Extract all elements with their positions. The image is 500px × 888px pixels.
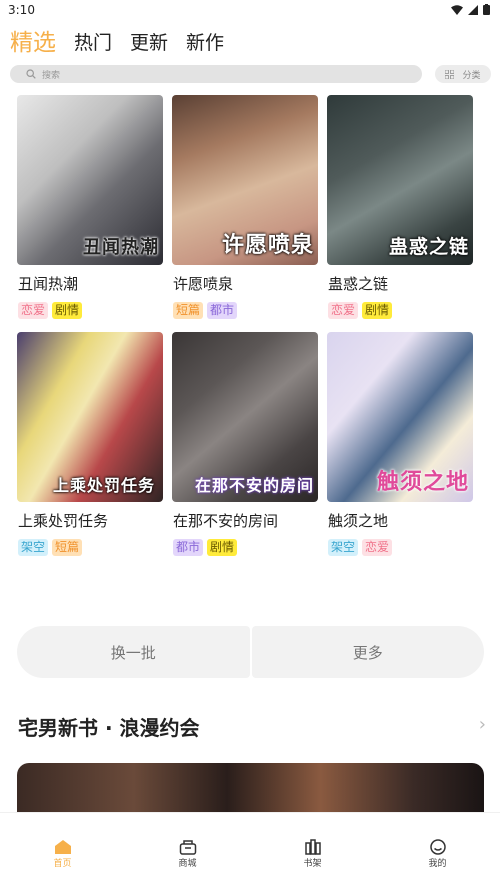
cover-title: 上乘处罚任务 bbox=[52, 476, 155, 495]
comic-cover[interactable]: 上乘处罚任务 bbox=[17, 332, 163, 502]
tag: 短篇 bbox=[173, 302, 204, 319]
tab-new[interactable]: 新作 bbox=[186, 30, 224, 56]
nav-label: 我的 bbox=[428, 859, 447, 869]
cover-title: 触须之地 bbox=[376, 470, 469, 495]
tag: 短篇 bbox=[52, 539, 83, 556]
nav-home[interactable]: 首页 bbox=[28, 839, 98, 869]
search-input[interactable]: 搜索 bbox=[10, 65, 422, 83]
tag-list: 都市 剧情 bbox=[173, 539, 238, 556]
tag: 剧情 bbox=[207, 539, 238, 556]
signal-icon bbox=[468, 4, 478, 15]
nav-label: 商城 bbox=[178, 859, 197, 869]
section-title: 宅男新书 · 浪漫约会 bbox=[18, 716, 200, 740]
tab-popular[interactable]: 热门 bbox=[74, 30, 112, 56]
comic-cover[interactable]: 在那不安的房间 bbox=[172, 332, 318, 502]
comic-title[interactable]: 上乘处罚任务 bbox=[18, 510, 108, 531]
nav-shop[interactable]: 商城 bbox=[153, 839, 223, 869]
comic-cover[interactable]: 许愿喷泉 bbox=[172, 95, 318, 265]
cover-title: 在那不安的房间 bbox=[194, 476, 314, 495]
nav-profile[interactable]: 我的 bbox=[403, 839, 473, 869]
status-time: 3:10 bbox=[8, 3, 35, 17]
comic-title[interactable]: 丑闻热潮 bbox=[18, 273, 78, 294]
search-placeholder: 搜索 bbox=[42, 70, 61, 81]
tag: 恋爱 bbox=[18, 302, 49, 319]
comic-cover[interactable]: 丑闻热潮 bbox=[17, 95, 163, 265]
tag: 恋爱 bbox=[328, 302, 359, 319]
tag: 都市 bbox=[207, 302, 238, 319]
tag: 剧情 bbox=[52, 302, 83, 319]
profile-icon bbox=[429, 839, 446, 855]
category-tabs: 精选 热门 更新 新作 bbox=[10, 22, 224, 56]
cover-title: 蛊惑之链 bbox=[388, 236, 469, 258]
comic-card[interactable]: 丑闻热潮 丑闻热潮 恋爱 剧情 bbox=[17, 95, 163, 319]
tag-list: 架空 恋爱 bbox=[328, 539, 393, 556]
tab-updated[interactable]: 更新 bbox=[130, 30, 168, 56]
category-label: 分类 bbox=[462, 70, 481, 81]
wifi-icon bbox=[451, 4, 463, 15]
comic-cover[interactable]: 蛊惑之链 bbox=[327, 95, 473, 265]
tag: 都市 bbox=[173, 539, 204, 556]
refresh-button[interactable]: 换一批 bbox=[17, 626, 250, 678]
tag-list: 恋爱 剧情 bbox=[328, 302, 393, 319]
bookshelf-icon bbox=[304, 839, 321, 855]
comic-card[interactable]: 触须之地 触须之地 架空 恋爱 bbox=[327, 332, 473, 556]
comic-card[interactable]: 许愿喷泉 许愿喷泉 短篇 都市 bbox=[172, 95, 318, 319]
more-button[interactable]: 更多 bbox=[251, 626, 484, 678]
comic-title[interactable]: 在那不安的房间 bbox=[173, 510, 278, 531]
chevron-right-icon[interactable]: › bbox=[479, 714, 486, 735]
home-icon bbox=[54, 840, 71, 854]
tag-list: 短篇 都市 bbox=[173, 302, 238, 319]
tag: 剧情 bbox=[362, 302, 393, 319]
cover-title: 许愿喷泉 bbox=[221, 233, 314, 258]
comic-card[interactable]: 在那不安的房间 在那不安的房间 都市 剧情 bbox=[172, 332, 318, 556]
bottom-nav: 首页 商城 书架 我的 bbox=[0, 812, 500, 888]
comic-title[interactable]: 蛊惑之链 bbox=[328, 273, 388, 294]
comic-card[interactable]: 上乘处罚任务 上乘处罚任务 架空 短篇 bbox=[17, 332, 163, 556]
comic-card[interactable]: 蛊惑之链 蛊惑之链 恋爱 剧情 bbox=[327, 95, 473, 319]
tag: 架空 bbox=[328, 539, 359, 556]
tag-list: 架空 短篇 bbox=[18, 539, 83, 556]
shop-icon bbox=[179, 840, 196, 855]
category-button[interactable]: 分类 bbox=[435, 65, 491, 83]
comic-title[interactable]: 许愿喷泉 bbox=[173, 273, 233, 294]
comic-cover[interactable]: 触须之地 bbox=[327, 332, 473, 502]
comic-title[interactable]: 触须之地 bbox=[328, 510, 388, 531]
tag: 恋爱 bbox=[362, 539, 393, 556]
status-icons bbox=[451, 4, 490, 15]
nav-bookshelf[interactable]: 书架 bbox=[278, 839, 348, 869]
action-buttons: 换一批 更多 bbox=[17, 626, 484, 678]
cover-title: 丑闻热潮 bbox=[83, 237, 159, 258]
status-bar: 3:10 bbox=[0, 0, 500, 22]
tag-list: 恋爱 剧情 bbox=[18, 302, 83, 319]
nav-label: 书架 bbox=[303, 859, 322, 869]
grid-icon bbox=[445, 69, 455, 79]
nav-label: 首页 bbox=[53, 859, 72, 869]
search-icon bbox=[26, 69, 36, 79]
tab-featured[interactable]: 精选 bbox=[10, 30, 56, 56]
battery-icon bbox=[483, 4, 490, 15]
tag: 架空 bbox=[18, 539, 49, 556]
